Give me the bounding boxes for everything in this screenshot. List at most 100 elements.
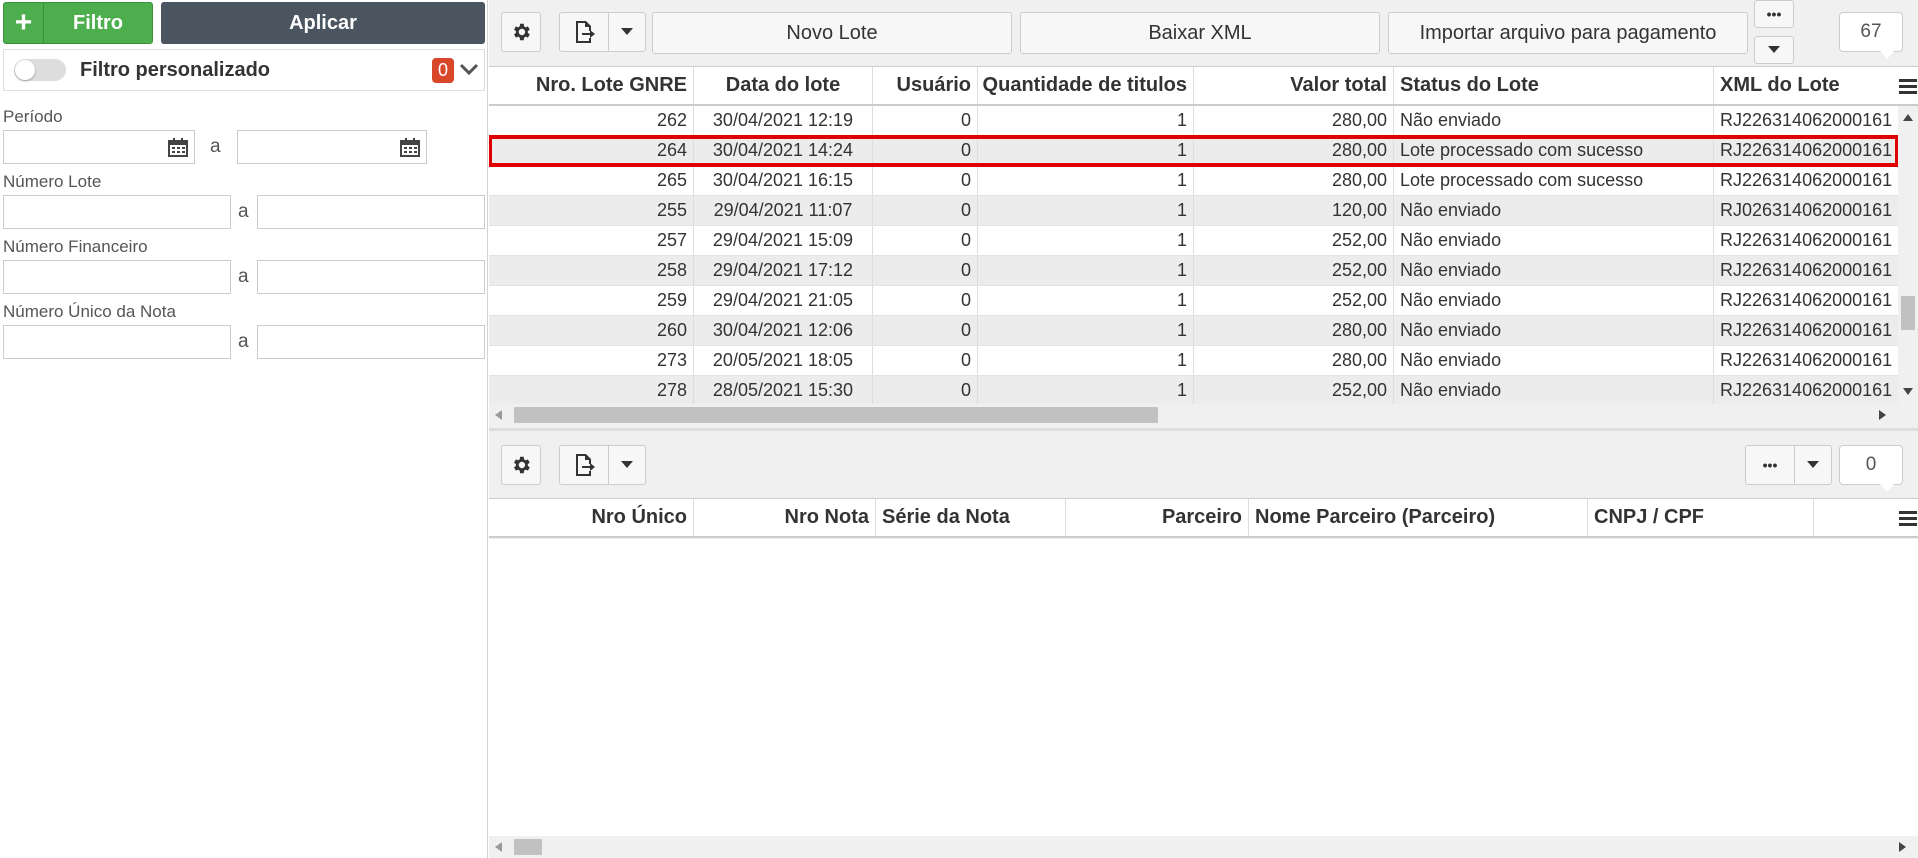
periodo-label: Período — [3, 107, 63, 126]
novo-lote-button[interactable]: Novo Lote — [652, 12, 1012, 54]
export-dropdown-button[interactable] — [608, 12, 646, 52]
table-row[interactable]: 255 29/04/2021 11:07 0 1 120,00 Não enviado RJ… — [489, 196, 1898, 226]
table-cell: 262 — [489, 106, 694, 135]
table-cell: 280,00 — [1194, 136, 1394, 165]
more-dropdown-button[interactable] — [1794, 445, 1832, 485]
table-row[interactable]: 257 29/04/2021 15:09 0 1 252,00 Não enviado RJ… — [489, 226, 1898, 256]
column-menu-icon[interactable] — [1898, 499, 1918, 536]
table-row[interactable]: 262 30/04/2021 12:19 0 1 280,00 Não enviado RJ… — [489, 106, 1898, 136]
custom-filter-count-badge: 0 — [431, 57, 454, 83]
export-file-icon — [576, 454, 595, 476]
col-header[interactable]: Quantidade de titulos — [978, 67, 1194, 104]
table-cell: RJ226314062000161 — [1720, 140, 1893, 160]
chevron-down-icon[interactable] — [454, 59, 484, 82]
aplicar-button[interactable]: Aplicar — [161, 2, 485, 44]
lotes-vertical-scrollbar[interactable] — [1898, 106, 1918, 404]
scroll-right-icon[interactable] — [1879, 410, 1886, 420]
table-cell: 1 — [978, 196, 1194, 225]
col-header[interactable]: Nome Parceiro (Parceiro) — [1249, 499, 1588, 536]
calendar-icon[interactable] — [168, 138, 188, 157]
col-header[interactable]: Status do Lote — [1394, 67, 1714, 104]
column-menu-icon[interactable] — [1898, 67, 1918, 104]
numero-lote-start-input[interactable] — [3, 195, 231, 229]
scroll-right-icon[interactable] — [1899, 842, 1906, 852]
table-cell: 1 — [978, 166, 1194, 195]
export-button[interactable] — [559, 445, 609, 485]
main-content: Novo Lote Baixar XML Importar arquivo pa… — [489, 0, 1918, 858]
col-header-empty — [1814, 499, 1898, 536]
more-dropdown-button[interactable] — [1754, 36, 1794, 64]
export-button[interactable] — [559, 12, 609, 52]
col-header[interactable]: CNPJ / CPF — [1588, 499, 1814, 536]
lotes-horizontal-scrollbar[interactable] — [489, 404, 1898, 426]
custom-filter-toggle[interactable] — [14, 59, 66, 81]
scrollbar-thumb[interactable] — [514, 839, 542, 855]
range-separator: a — [210, 136, 221, 157]
scrollbar-thumb[interactable] — [514, 407, 1158, 423]
table-cell: 20/05/2021 18:05 — [694, 346, 873, 375]
gear-icon — [514, 456, 530, 474]
table-cell: 280,00 — [1194, 316, 1394, 345]
filtro-button[interactable]: + Filtro — [3, 2, 153, 44]
scrollbar-thumb[interactable] — [1901, 296, 1915, 330]
table-cell: 252,00 — [1194, 226, 1394, 255]
table-cell: 0 — [873, 196, 978, 225]
col-header[interactable]: Nro Único — [489, 499, 694, 536]
table-cell: 30/04/2021 16:15 — [694, 166, 873, 195]
scroll-left-icon[interactable] — [495, 842, 502, 852]
table-cell: 28/05/2021 15:30 — [694, 376, 873, 404]
calendar-icon[interactable] — [400, 138, 420, 157]
settings-button[interactable] — [501, 12, 541, 52]
numero-financeiro-end-input[interactable] — [257, 260, 485, 294]
periodo-end-input[interactable] — [237, 130, 427, 164]
table-cell: 252,00 — [1194, 376, 1394, 404]
col-header[interactable]: XML do Lote — [1714, 67, 1898, 104]
table-cell: 252,00 — [1194, 256, 1394, 285]
table-row-selected[interactable]: 264 30/04/2021 14:24 0 1 280,00 Lote processa… — [489, 135, 1898, 167]
col-header[interactable]: Parceiro — [1066, 499, 1249, 536]
table-cell: 280,00 — [1194, 166, 1394, 195]
table-cell: 120,00 — [1194, 196, 1394, 225]
table-row[interactable]: 273 20/05/2021 18:05 0 1 280,00 Não enviado RJ… — [489, 346, 1898, 376]
scroll-left-icon[interactable] — [495, 410, 502, 420]
table-row[interactable]: 278 28/05/2021 15:30 0 1 252,00 Não enviado RJ… — [489, 376, 1898, 404]
numero-unico-start-input[interactable] — [3, 325, 231, 359]
table-cell: 278 — [489, 376, 694, 404]
more-options-button[interactable]: ••• — [1754, 0, 1794, 28]
table-row[interactable]: 265 30/04/2021 16:15 0 1 280,00 Lote processa… — [489, 166, 1898, 196]
periodo-start-input[interactable] — [3, 130, 195, 164]
col-header[interactable]: Valor total — [1194, 67, 1394, 104]
range-separator: a — [238, 201, 249, 222]
table-cell: RJ226314062000161 — [1720, 350, 1893, 370]
numero-lote-end-input[interactable] — [257, 195, 485, 229]
table-cell: 260 — [489, 316, 694, 345]
table-cell: RJ226314062000161 — [1720, 260, 1893, 280]
scroll-up-icon[interactable] — [1903, 114, 1913, 121]
col-header[interactable]: Usuário — [873, 67, 978, 104]
more-options-button[interactable]: ••• — [1745, 445, 1795, 485]
notas-horizontal-scrollbar[interactable] — [489, 836, 1918, 858]
scroll-down-icon[interactable] — [1903, 388, 1913, 395]
table-cell: 280,00 — [1194, 346, 1394, 375]
col-header[interactable]: Nro. Lote GNRE — [489, 67, 694, 104]
col-header[interactable]: Série da Nota — [876, 499, 1066, 536]
range-separator: a — [238, 266, 249, 287]
col-header[interactable]: Nro Nota — [694, 499, 876, 536]
table-cell: RJ226314062000161 — [1720, 380, 1893, 400]
table-row[interactable]: 259 29/04/2021 21:05 0 1 252,00 Não enviado RJ… — [489, 286, 1898, 316]
numero-financeiro-label: Número Financeiro — [3, 237, 148, 256]
export-dropdown-button[interactable] — [608, 445, 646, 485]
settings-button[interactable] — [501, 445, 541, 485]
custom-filter-row[interactable]: Filtro personalizado 0 — [3, 49, 485, 91]
table-cell: 257 — [489, 226, 694, 255]
table-row[interactable]: 260 30/04/2021 12:06 0 1 280,00 Não enviado RJ… — [489, 316, 1898, 346]
col-header[interactable]: Data do lote — [694, 67, 873, 104]
numero-unico-end-input[interactable] — [257, 325, 485, 359]
numero-financeiro-start-input[interactable] — [3, 260, 231, 294]
filter-panel: + Filtro Aplicar Filtro personalizado 0 … — [0, 0, 488, 858]
table-cell: 0 — [873, 346, 978, 375]
baixar-xml-button[interactable]: Baixar XML — [1020, 12, 1380, 54]
panel-splitter[interactable] — [489, 428, 1918, 431]
importar-arquivo-button[interactable]: Importar arquivo para pagamento — [1388, 12, 1748, 54]
table-row[interactable]: 258 29/04/2021 17:12 0 1 252,00 Não enviado RJ… — [489, 256, 1898, 286]
